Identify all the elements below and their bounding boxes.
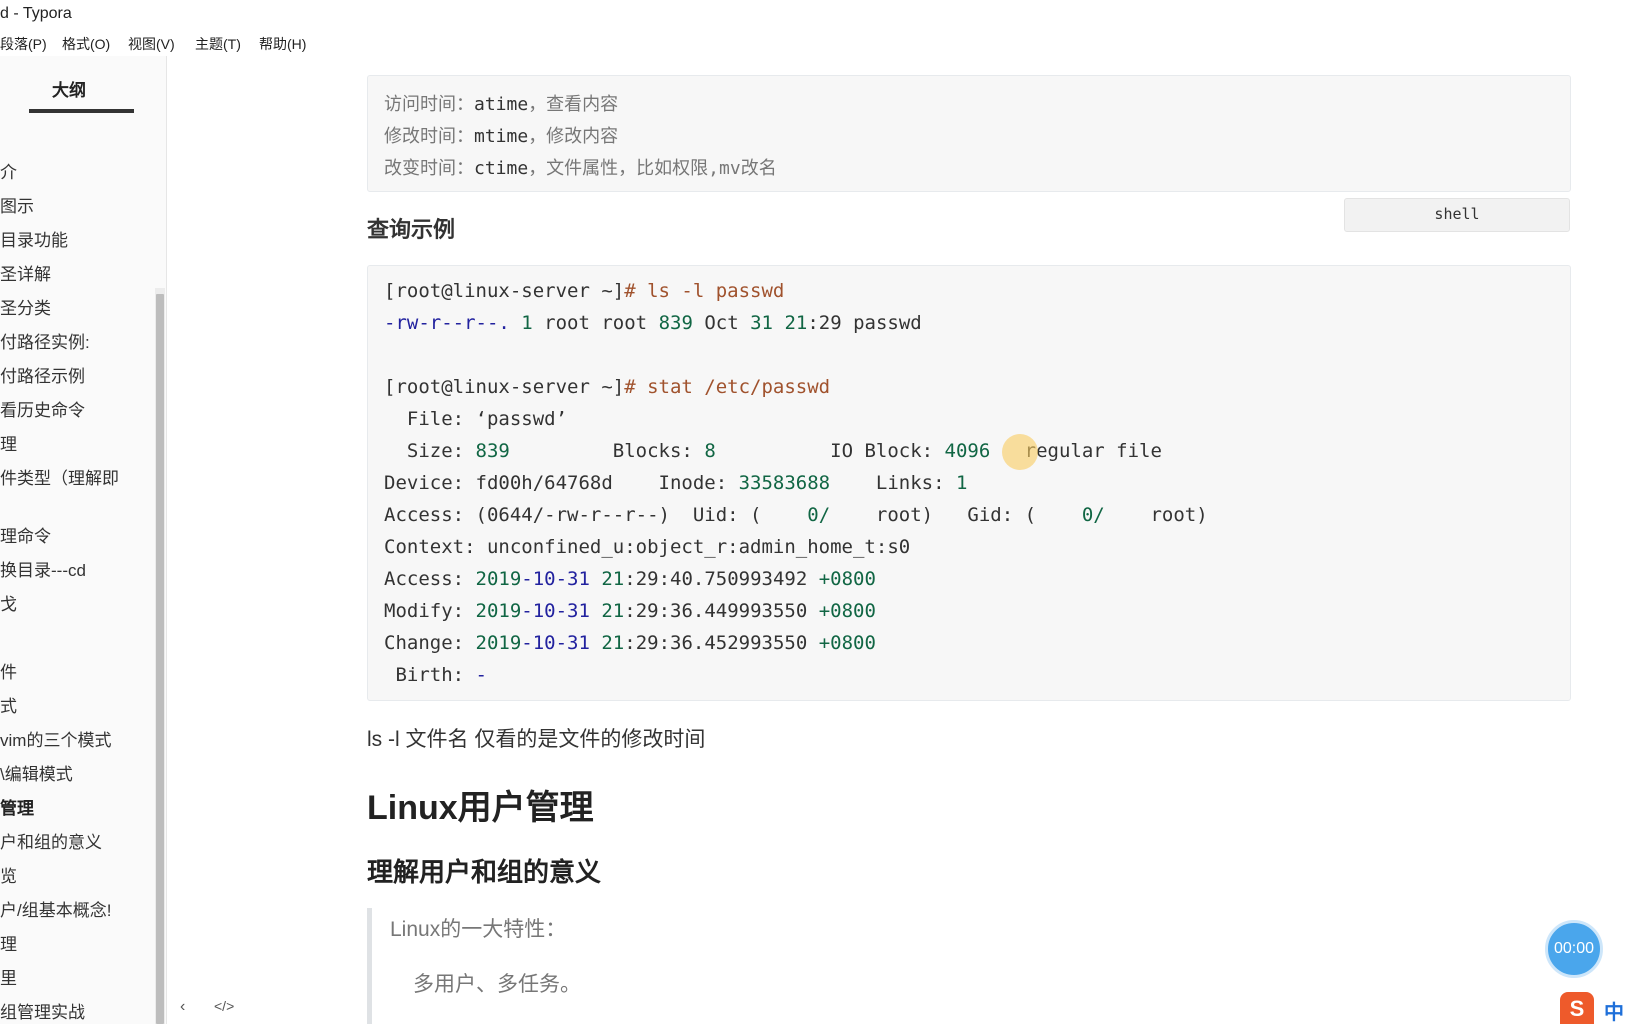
outline-item[interactable]: 介 <box>0 158 17 183</box>
outline-item[interactable]: 戈 <box>0 590 17 615</box>
code-line: -rw-r--r--. 1 root root 839 Oct 31 21:29… <box>384 312 922 334</box>
collapse-sidebar-icon[interactable]: ‹ <box>180 998 185 1016</box>
outline-tab[interactable]: 大纲 <box>52 76 86 101</box>
heading-linux-user-management: Linux用户管理 <box>367 789 594 827</box>
outline-sidebar: 大纲 介图示 目录功能 圣详解 圣分类 付路径实例: 付路径示例 看历史命令理件类型（理解即… <box>0 56 167 1024</box>
outline-item[interactable]: 付路径实例: <box>0 328 90 353</box>
code-line: Context: unconfined_u:object_r:admin_hom… <box>384 536 911 558</box>
outline-item[interactable]: 付路径示例 <box>0 362 85 387</box>
outline-item[interactable]: 户/组基本概念! <box>0 896 111 921</box>
blockquote-line: 多用户、多任务。 <box>413 973 581 996</box>
outline-item[interactable]: 览 <box>0 862 17 887</box>
outline-item[interactable]: 里 <box>0 964 17 989</box>
menu-format[interactable]: 格式(O) <box>62 34 110 54</box>
menu-bar: 段落(P) 格式(O) 视图(V) 主题(T) 帮助(H) <box>0 30 1638 56</box>
code-line: Device: fd00h/64768d Inode: 33583688 Lin… <box>384 472 968 494</box>
outline-item[interactable]: 图示 <box>0 192 34 217</box>
heading-query-example: 查询示例 <box>367 217 456 242</box>
menu-paragraph[interactable]: 段落(P) <box>0 34 47 54</box>
outline-item[interactable]: 理 <box>0 430 17 455</box>
outline-item[interactable]: 管理 <box>0 794 34 819</box>
outline-item[interactable]: 式 <box>0 692 17 717</box>
menu-theme[interactable]: 主题(T) <box>195 34 241 54</box>
code-line: File: ‘passwd’ <box>384 408 568 430</box>
code-line: Access: (0644/-rw-r--r--) Uid: ( 0/ root… <box>384 504 1208 526</box>
sogou-logo-icon: S <box>1560 992 1594 1024</box>
outline-item[interactable]: 件类型（理解即 <box>0 464 119 489</box>
code-line: 访问时间：atime，查看内容 <box>384 94 619 115</box>
code-block-shell[interactable]: [root@linux-server ~]# ls -l passwd -rw-… <box>367 265 1571 701</box>
menu-help[interactable]: 帮助(H) <box>259 34 306 54</box>
title-bar: d - Typora <box>0 0 1638 30</box>
sidebar-scrollbar-thumb[interactable] <box>156 294 164 1024</box>
outline-item[interactable]: vim的三个模式 <box>0 726 111 751</box>
heading-understand-users-groups: 理解用户和组的意义 <box>367 857 602 887</box>
outline-item[interactable]: 组管理实战 <box>0 998 85 1023</box>
paragraph-text: ls -l 文件名 仅看的是文件的修改时间 <box>367 728 706 751</box>
outline-item[interactable]: 圣分类 <box>0 294 51 319</box>
blockquote-line: Linux的一大特性： <box>390 918 567 941</box>
code-language-input[interactable]: shell <box>1344 198 1570 232</box>
window-title: d - Typora <box>0 5 72 22</box>
outline-item[interactable]: 户和组的意义 <box>0 828 102 853</box>
source-code-mode-icon[interactable]: </> <box>214 998 234 1014</box>
ime-indicator[interactable]: S 中 <box>1560 992 1638 1024</box>
outline-item[interactable]: 理命令 <box>0 522 51 547</box>
outline-item[interactable]: 换目录---cd <box>0 556 86 581</box>
code-line: 修改时间：mtime，修改内容 <box>384 126 619 147</box>
recording-timer[interactable]: 00:00 <box>1545 920 1603 978</box>
outline-item[interactable]: 圣详解 <box>0 260 51 285</box>
code-line: Birth: - <box>384 664 487 686</box>
code-line: Access: 2019-10-31 21:29:40.750993492 +0… <box>384 568 876 590</box>
code-line: 改变时间：ctime，文件属性，比如权限,mv改名 <box>384 158 777 179</box>
outline-tab-underline <box>29 109 134 113</box>
outline-item[interactable]: 理 <box>0 930 17 955</box>
code-line: Size: 839 Blocks: 8 IO Block: 4096 regul… <box>384 440 1162 462</box>
code-line: Change: 2019-10-31 21:29:36.452993550 +0… <box>384 632 876 654</box>
blockquote-bar <box>367 908 372 1024</box>
code-line: Modify: 2019-10-31 21:29:36.449993550 +0… <box>384 600 876 622</box>
outline-item[interactable]: 目录功能 <box>0 226 68 251</box>
code-line: [root@linux-server ~]# stat /etc/passwd <box>384 376 831 398</box>
outline-item[interactable]: 件 <box>0 658 17 683</box>
menu-view[interactable]: 视图(V) <box>128 34 175 54</box>
mouse-cursor-highlight <box>1002 434 1038 470</box>
outline-item[interactable]: 看历史命令 <box>0 396 85 421</box>
outline-item[interactable]: \编辑模式 <box>0 760 73 785</box>
ime-mode-label: 中 <box>1604 1002 1624 1024</box>
code-line: [root@linux-server ~]# ls -l passwd <box>384 280 785 302</box>
code-block-times[interactable]: 访问时间：atime，查看内容 修改时间：mtime，修改内容 改变时间：cti… <box>367 75 1571 192</box>
